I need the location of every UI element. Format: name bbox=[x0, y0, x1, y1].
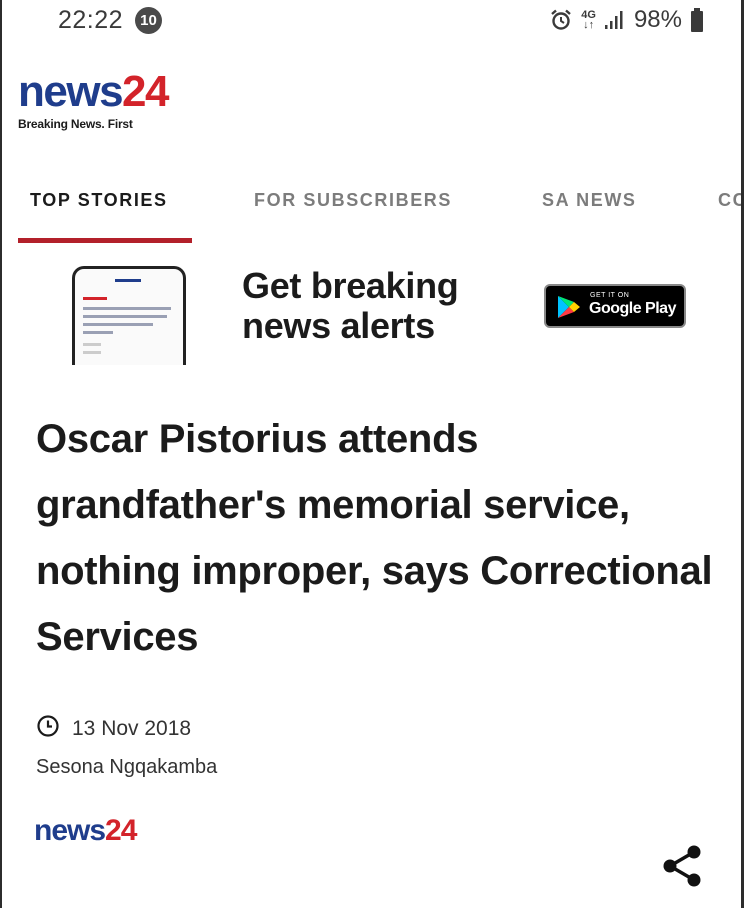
news24-logo[interactable]: news24 Breaking News. First bbox=[18, 67, 169, 132]
logo-news: news bbox=[18, 67, 124, 116]
status-time: 22:22 bbox=[58, 6, 124, 34]
app-screen: 22:22 10 4G ↓↑ 98% news24 Breaking News.… bbox=[0, 0, 744, 908]
tab-sa-news[interactable]: SA NEWS bbox=[542, 190, 637, 211]
phone-line bbox=[83, 343, 101, 346]
article-date: 13 Nov 2018 bbox=[72, 716, 192, 740]
article-author[interactable]: Sesona Ngqakamba bbox=[36, 756, 217, 779]
battery-percent: 98% bbox=[633, 6, 682, 33]
phone-line bbox=[83, 315, 167, 318]
banner-headline: Get breaking news alerts bbox=[242, 265, 459, 346]
google-play-icon bbox=[556, 295, 582, 324]
app-promo-banner[interactable]: Get breaking news alerts GET IT ON Googl… bbox=[0, 262, 744, 365]
phone-line bbox=[83, 297, 107, 300]
share-icon[interactable] bbox=[660, 844, 704, 893]
status-icons: 4G ↓↑ 98% bbox=[549, 6, 704, 34]
alarm-icon bbox=[549, 8, 573, 32]
active-tab-indicator bbox=[18, 238, 192, 243]
store-name: Google Play bbox=[589, 300, 676, 317]
status-bar: 22:22 10 4G ↓↑ 98% bbox=[0, 0, 744, 44]
notification-count-badge: 10 bbox=[135, 7, 162, 34]
phone-line bbox=[83, 323, 153, 326]
signal-icon bbox=[604, 10, 626, 30]
source-logo-24: 24 bbox=[105, 814, 137, 847]
battery-icon bbox=[690, 8, 704, 32]
phone-illustration bbox=[72, 266, 186, 365]
clock-icon bbox=[36, 714, 60, 743]
banner-line-2: news alerts bbox=[242, 305, 435, 346]
logo-tagline: Breaking News. First bbox=[18, 117, 133, 131]
phone-line bbox=[83, 307, 171, 310]
tab-top-stories[interactable]: TOP STORIES bbox=[30, 190, 168, 211]
source-logo-news: news bbox=[34, 814, 106, 847]
screen-edge-left bbox=[0, 0, 2, 908]
phone-line bbox=[83, 331, 113, 334]
banner-line-1: Get breaking bbox=[242, 265, 459, 306]
phone-line bbox=[115, 279, 141, 282]
network-label: 4G bbox=[581, 9, 596, 21]
store-small-label: GET IT ON bbox=[590, 292, 630, 299]
article-headline: Oscar Pistorius attends grandfather's me… bbox=[36, 417, 713, 659]
phone-line bbox=[83, 351, 101, 354]
logo-wordmark: news24 bbox=[18, 67, 169, 116]
article-date-row: 13 Nov 2018 bbox=[36, 714, 191, 743]
section-tabs: TOP STORIES FOR SUBSCRIBERS SA NEWS CC bbox=[0, 186, 744, 246]
google-play-button[interactable]: GET IT ON Google Play bbox=[544, 284, 686, 328]
logo-24: 24 bbox=[122, 67, 169, 116]
network-type: 4G ↓↑ bbox=[581, 9, 596, 31]
source-logo: news24 bbox=[34, 814, 137, 848]
tab-for-subscribers[interactable]: FOR SUBSCRIBERS bbox=[254, 190, 452, 211]
